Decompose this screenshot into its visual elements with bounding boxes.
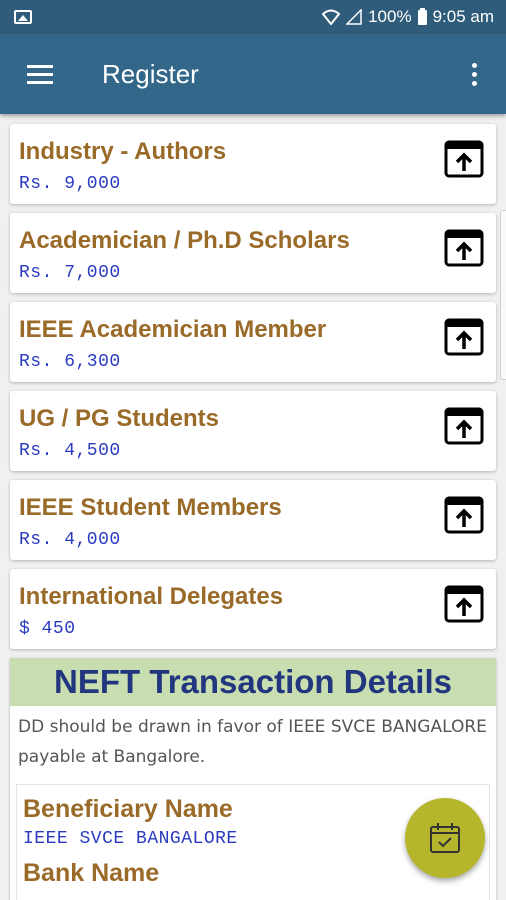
bank-name-label: Bank Name xyxy=(23,859,160,887)
category-card-academician-phd[interactable]: Academician / Ph.D Scholars Rs. 7,000 xyxy=(10,213,496,293)
category-price: $ 450 xyxy=(19,619,76,639)
wifi-icon xyxy=(322,9,341,25)
calendar-fab-button[interactable] xyxy=(405,798,485,878)
category-card-ieee-student[interactable]: IEEE Student Members Rs. 4,000 xyxy=(10,480,496,560)
battery-percent: 100% xyxy=(368,7,412,26)
category-title: Industry - Authors xyxy=(19,138,227,165)
open-in-upload-icon[interactable] xyxy=(444,585,484,623)
image-notification-icon xyxy=(14,10,32,24)
open-in-upload-icon[interactable] xyxy=(444,229,484,267)
side-panel-edge xyxy=(500,210,506,380)
category-price: Rs. 4,000 xyxy=(19,530,121,550)
open-in-upload-icon[interactable] xyxy=(444,318,484,356)
category-title: IEEE Academician Member xyxy=(19,316,327,343)
category-price: Rs. 6,300 xyxy=(19,352,121,372)
category-price: Rs. 9,000 xyxy=(19,174,121,194)
category-title: IEEE Student Members xyxy=(19,494,282,521)
category-card-ug-pg-students[interactable]: UG / PG Students Rs. 4,500 xyxy=(10,391,496,471)
registration-list[interactable]: Industry - Authors Rs. 9,000 Academician… xyxy=(0,114,506,900)
category-title: Academician / Ph.D Scholars xyxy=(19,227,350,254)
more-vert-icon xyxy=(471,62,477,68)
clock: 9:05 am xyxy=(432,7,494,26)
battery-icon xyxy=(417,7,427,25)
menu-icon xyxy=(27,64,53,68)
app-bar: Register xyxy=(0,34,506,114)
open-in-upload-icon[interactable] xyxy=(444,496,484,534)
category-title: UG / PG Students xyxy=(19,405,220,432)
category-price: Rs. 7,000 xyxy=(19,263,121,283)
neft-title: NEFT Transaction Details xyxy=(54,663,452,700)
menu-button[interactable] xyxy=(12,46,68,102)
neft-header: NEFT Transaction Details xyxy=(10,658,496,706)
category-card-international[interactable]: International Delegates $ 450 xyxy=(10,569,496,649)
beneficiary-label: Beneficiary Name xyxy=(23,795,233,823)
beneficiary-value: IEEE SVCE BANGALORE xyxy=(23,829,238,849)
signal-icon xyxy=(346,9,362,25)
category-card-ieee-academician[interactable]: IEEE Academician Member Rs. 6,300 xyxy=(10,302,496,382)
open-in-upload-icon[interactable] xyxy=(444,140,484,178)
status-bar: 100% 9:05 am xyxy=(0,0,506,34)
category-price: Rs. 4,500 xyxy=(19,441,121,461)
calendar-check-icon xyxy=(430,823,460,853)
neft-note: DD should be drawn in favor of IEEE SVCE… xyxy=(18,717,487,767)
category-card-industry-authors[interactable]: Industry - Authors Rs. 9,000 xyxy=(10,124,496,204)
open-in-upload-icon[interactable] xyxy=(444,407,484,445)
page-title: Register xyxy=(102,58,199,89)
category-title: International Delegates xyxy=(19,583,284,610)
overflow-menu-button[interactable] xyxy=(454,46,494,102)
